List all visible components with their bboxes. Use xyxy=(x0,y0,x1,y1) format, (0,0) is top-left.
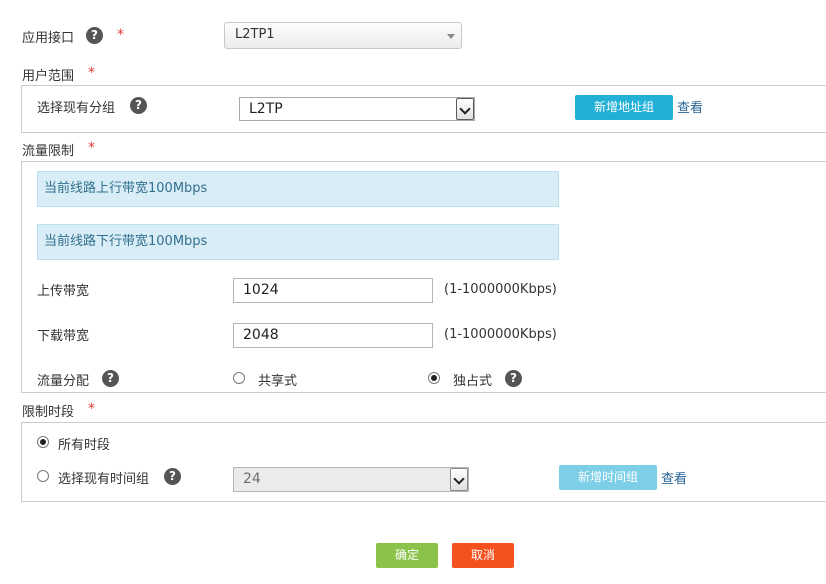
chevron-down-icon xyxy=(447,34,455,39)
shared-option-label: 共享式 xyxy=(258,374,298,389)
upload-bandwidth-input[interactable]: 1024 xyxy=(233,278,433,303)
user-scope-label: 用户范围 xyxy=(22,69,75,84)
interface-required-mark: * xyxy=(117,27,124,43)
distribution-label: 流量分配 xyxy=(37,374,90,389)
uplink-bandwidth-info: 当前线路上行带宽100Mbps xyxy=(37,171,559,207)
shared-radio[interactable] xyxy=(233,372,245,384)
exclusive-radio[interactable] xyxy=(428,372,440,384)
download-range-hint: (1-1000000Kbps) xyxy=(444,327,557,342)
time-limit-label: 限制时段 xyxy=(22,405,75,420)
user-scope-required-mark: * xyxy=(88,65,95,81)
existing-time-group-radio[interactable] xyxy=(37,470,49,482)
group-label: 选择现有分组 xyxy=(37,101,116,116)
group-select[interactable]: L2TP xyxy=(239,97,475,121)
group-select-value: L2TP xyxy=(249,101,283,117)
view-time-group-link[interactable]: 查看 xyxy=(661,468,687,487)
all-time-radio[interactable] xyxy=(37,436,49,448)
traffic-limit-required-mark: * xyxy=(88,140,95,156)
upload-range-hint: (1-1000000Kbps) xyxy=(444,282,557,297)
download-bandwidth-input[interactable]: 2048 xyxy=(233,323,433,348)
time-group-help-icon[interactable]: ? xyxy=(164,468,181,485)
chevron-down-icon xyxy=(450,468,468,491)
interface-select[interactable]: L2TP1 xyxy=(224,22,462,49)
view-address-group-link[interactable]: 查看 xyxy=(677,97,703,116)
time-limit-required-mark: * xyxy=(88,401,95,417)
add-address-group-button[interactable]: 新增地址组 xyxy=(575,95,673,120)
download-bandwidth-label: 下载带宽 xyxy=(37,329,90,344)
interface-select-value: L2TP1 xyxy=(235,27,275,42)
interface-label: 应用接口 xyxy=(22,31,75,46)
all-time-option-label: 所有时段 xyxy=(58,438,111,453)
existing-time-group-label: 选择现有时间组 xyxy=(58,472,150,487)
group-help-icon[interactable]: ? xyxy=(130,97,147,114)
chevron-down-icon xyxy=(456,98,474,120)
confirm-button[interactable]: 确定 xyxy=(376,543,438,568)
interface-help-icon[interactable]: ? xyxy=(86,27,103,44)
upload-bandwidth-label: 上传带宽 xyxy=(37,284,90,299)
downlink-bandwidth-info: 当前线路下行带宽100Mbps xyxy=(37,224,559,260)
time-group-select-value: 24 xyxy=(243,471,261,487)
exclusive-help-icon[interactable]: ? xyxy=(505,370,522,387)
add-time-group-button[interactable]: 新增时间组 xyxy=(559,465,657,490)
time-group-select[interactable]: 24 xyxy=(233,467,469,492)
traffic-limit-label: 流量限制 xyxy=(22,144,75,159)
cancel-button[interactable]: 取消 xyxy=(452,543,514,568)
exclusive-option-label: 独占式 xyxy=(453,374,493,389)
distribution-help-icon[interactable]: ? xyxy=(102,370,119,387)
